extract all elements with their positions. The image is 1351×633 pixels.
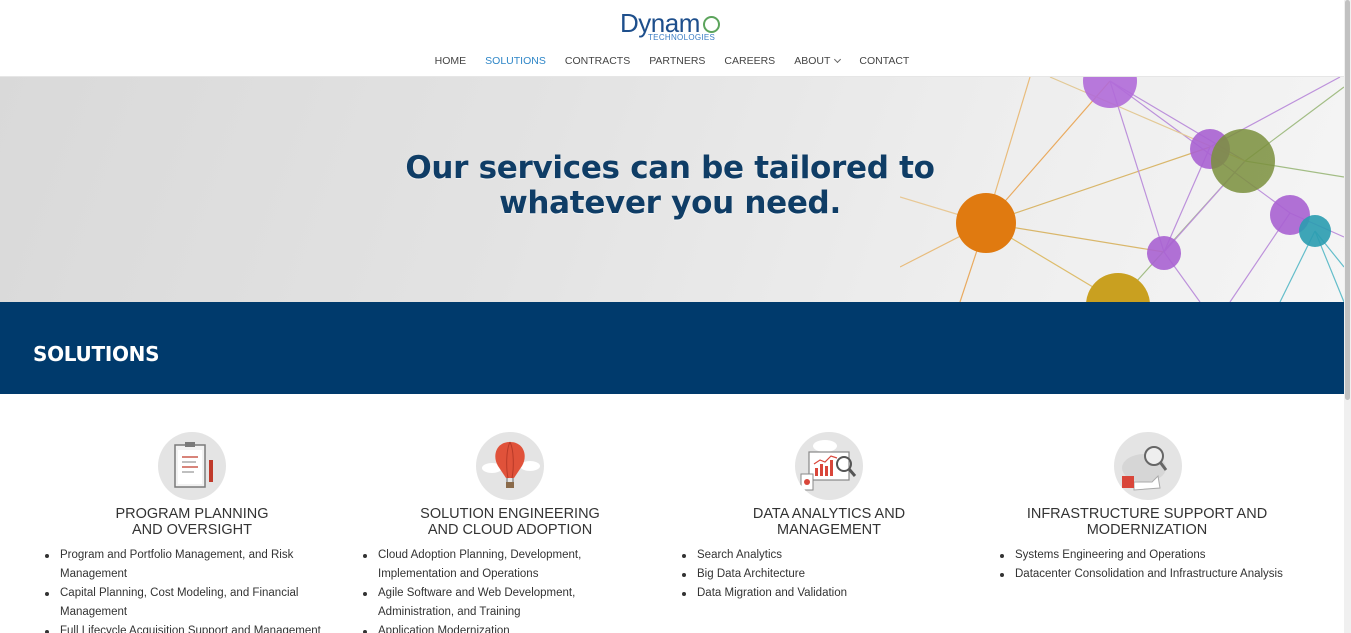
nav-solutions[interactable]: SOLUTIONS <box>485 54 546 68</box>
list-item: Big Data Architecture <box>682 565 982 584</box>
service-list: Program and Portfolio Management, and Ri… <box>45 546 345 633</box>
list-item-text: Agile Software and Web Development, <box>378 587 576 599</box>
list-item: Cloud Adoption Planning, Development, Imp… <box>363 546 663 584</box>
list-item-text-cont: Management <box>60 568 128 580</box>
list-item-text-cont: Implementation and Operations <box>378 568 539 580</box>
column-title: INFRASTRUCTURE SUPPORT AND MODERNIZATION <box>1022 506 1272 538</box>
analytics-chart-icon <box>795 432 863 500</box>
list-item: Datacenter Consolidation and Infrastruct… <box>1000 565 1320 584</box>
list-item-text-cont: Administration, and Training <box>378 606 521 618</box>
list-item: Application Modernization <box>363 622 663 633</box>
nav-home[interactable]: HOME <box>435 54 467 68</box>
hero-banner: Our services can be tailored to whatever… <box>0 77 1344 302</box>
list-item-text: Systems Engineering and Operations <box>1015 549 1206 561</box>
column-title-line1: INFRASTRUCTURE SUPPORT AND <box>1026 506 1268 522</box>
list-item-text-cont: Management <box>60 606 128 618</box>
hero-heading: Our services can be tailored to whatever… <box>0 151 1340 221</box>
column-title-line2: AND CLOUD ADOPTION <box>427 522 593 538</box>
list-item: Systems Engineering and Operations <box>1000 546 1320 565</box>
list-item: Data Migration and Validation <box>682 584 982 603</box>
clipboard-icon <box>158 432 226 500</box>
hero-heading-line2: whatever you need. <box>499 185 841 221</box>
solutions-heading: SOLUTIONS <box>33 342 160 366</box>
column-title-line1: DATA ANALYTICS AND <box>752 506 906 522</box>
column-title-line2: MODERNIZATION <box>1086 522 1208 538</box>
nav-partners[interactable]: PARTNERS <box>649 54 705 68</box>
list-item-text: Application Modernization <box>378 625 510 633</box>
nav-contact[interactable]: CONTACT <box>859 54 909 68</box>
column-title: PROGRAM PLANNING AND OVERSIGHT <box>92 506 292 538</box>
service-list: Search Analytics Big Data Architecture D… <box>682 546 982 603</box>
chevron-down-icon <box>834 55 842 64</box>
dynamo-logo[interactable]: Dynam TECHNOLOGIES <box>620 8 730 44</box>
site-header: Dynam TECHNOLOGIES HOME SOLUTIONS CONTRA… <box>0 0 1344 77</box>
column-title-line2: AND OVERSIGHT <box>131 522 253 538</box>
main-nav: HOME SOLUTIONS CONTRACTS PARTNERS CAREER… <box>0 54 1344 68</box>
list-item-text: Search Analytics <box>697 549 783 561</box>
logo-ring-icon <box>703 16 720 33</box>
list-item-text: Data Migration and Validation <box>697 587 848 599</box>
solutions-band: SOLUTIONS <box>0 302 1344 394</box>
list-item: Search Analytics <box>682 546 982 565</box>
nav-contracts[interactable]: CONTRACTS <box>565 54 630 68</box>
list-item-text: Datacenter Consolidation and Infrastruct… <box>1015 568 1283 580</box>
hero-heading-line1: Our services can be tailored to <box>405 150 935 186</box>
globe-search-icon <box>1114 432 1182 500</box>
list-item: Capital Planning, Cost Modeling, and Fin… <box>45 584 345 622</box>
scrollbar-thumb[interactable] <box>1345 0 1350 400</box>
column-title: DATA ANALYTICS AND MANAGEMENT <box>729 506 929 538</box>
hot-air-balloon-icon <box>476 432 544 500</box>
logo-subtitle: TECHNOLOGIES <box>648 33 716 42</box>
list-item-text: Program and Portfolio Management, and Ri… <box>60 549 294 561</box>
list-item-text: Cloud Adoption Planning, Development, <box>378 549 582 561</box>
nav-about[interactable]: ABOUT <box>794 54 842 68</box>
column-title: SOLUTION ENGINEERING AND CLOUD ADOPTION <box>410 506 610 538</box>
column-title-line2: MANAGEMENT <box>777 522 881 538</box>
page-scrollbar[interactable] <box>1344 0 1351 633</box>
service-list: Systems Engineering and Operations Datac… <box>1000 546 1320 584</box>
nav-careers[interactable]: CAREERS <box>724 54 775 68</box>
column-title-line1: PROGRAM PLANNING <box>115 506 269 522</box>
nav-about-label: ABOUT <box>794 55 831 67</box>
list-item-text: Big Data Architecture <box>697 568 806 580</box>
column-title-line1: SOLUTION ENGINEERING <box>420 506 600 522</box>
list-item-text: Capital Planning, Cost Modeling, and Fin… <box>60 587 299 599</box>
list-item-text: Full Lifecycle Acquisition Support and M… <box>60 625 321 633</box>
list-item: Full Lifecycle Acquisition Support and M… <box>45 622 345 633</box>
service-list: Cloud Adoption Planning, Development, Imp… <box>363 546 663 633</box>
list-item: Agile Software and Web Development, Admin… <box>363 584 663 622</box>
list-item: Program and Portfolio Management, and Ri… <box>45 546 345 584</box>
